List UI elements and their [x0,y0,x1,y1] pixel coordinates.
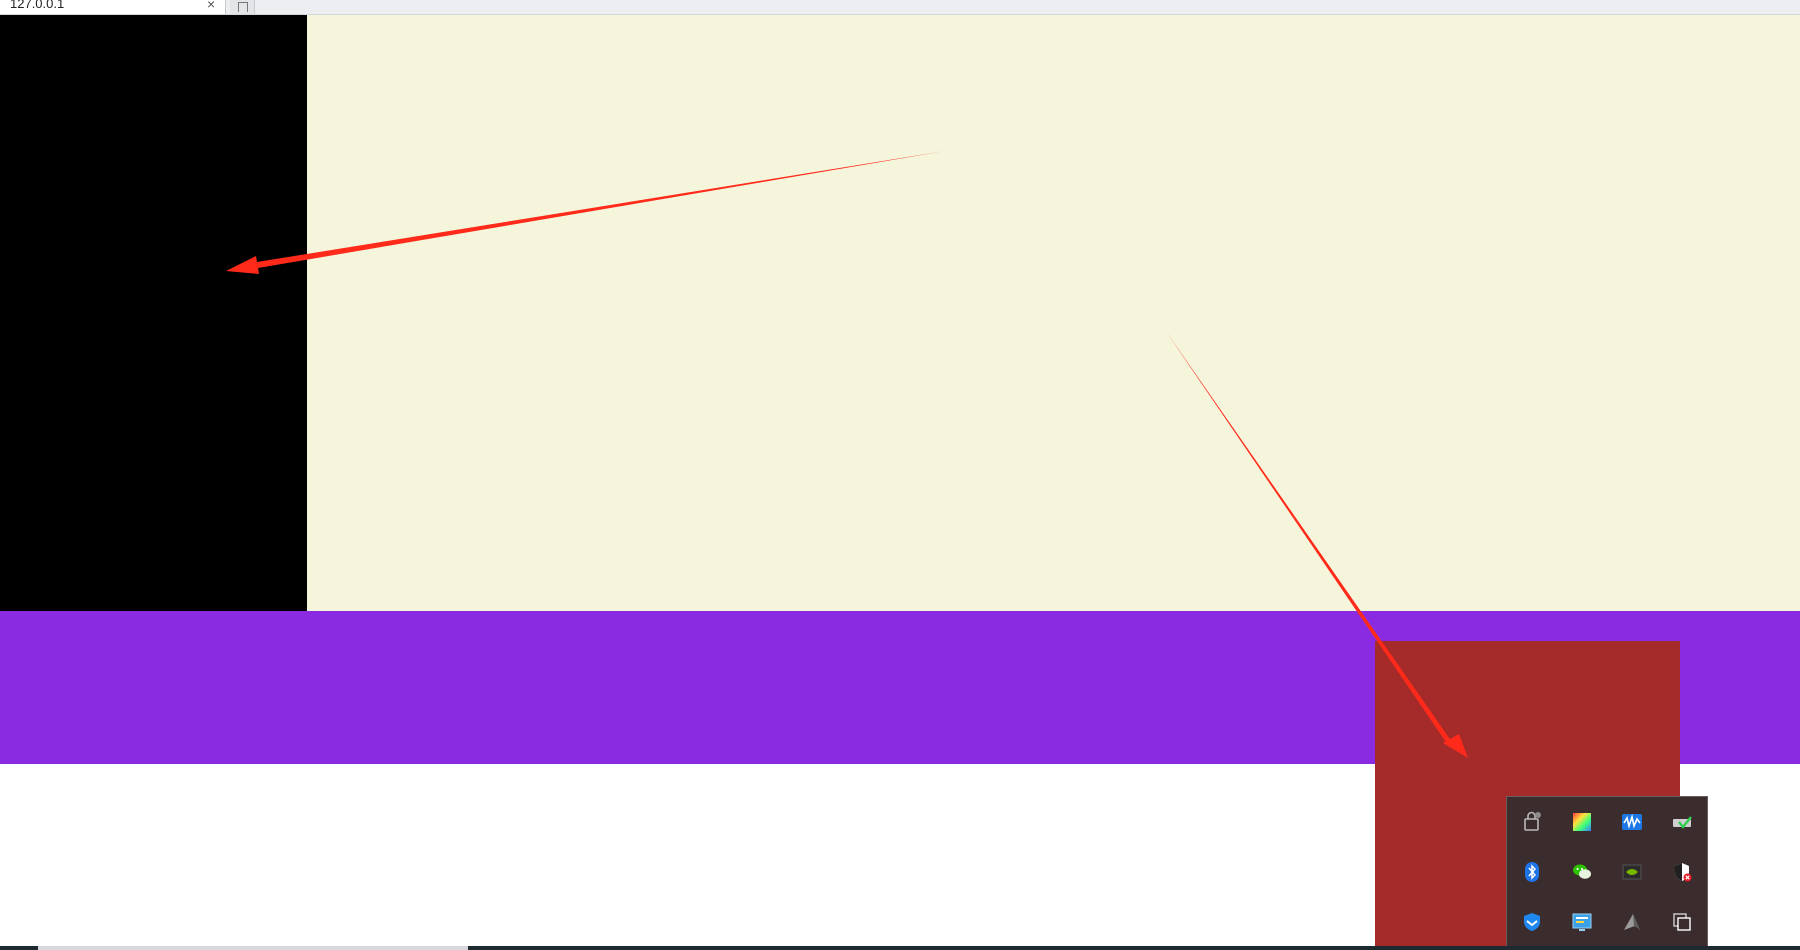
bluetooth-icon[interactable] [1521,861,1543,883]
wechat-icon[interactable] [1571,861,1593,883]
drive-check-icon[interactable] [1671,811,1693,833]
monitor-app-icon[interactable] [1571,911,1593,933]
nvidia-icon[interactable] [1621,861,1643,883]
lock-app-icon[interactable] [1521,811,1543,833]
color-picker-icon[interactable] [1571,811,1593,833]
browser-tab[interactable]: 127.0.0.1 × [0,0,226,14]
system-tray-flyout [1506,796,1708,950]
shield-guard-icon[interactable] [1521,911,1543,933]
close-icon[interactable]: × [207,0,215,12]
shark-app-icon[interactable] [1621,911,1643,933]
browser-tab-strip: 127.0.0.1 × [0,0,1800,15]
new-tab-icon [238,2,248,12]
screen: 127.0.0.1 × [0,0,1800,950]
taskbar-active-segment [38,946,468,950]
tab-title: 127.0.0.1 [10,0,65,11]
audio-waveform-icon[interactable] [1621,811,1643,833]
new-tab-button[interactable] [230,0,255,14]
black-box [0,15,307,611]
security-shield-icon[interactable] [1671,861,1693,883]
overlap-windows-icon[interactable] [1671,911,1693,933]
